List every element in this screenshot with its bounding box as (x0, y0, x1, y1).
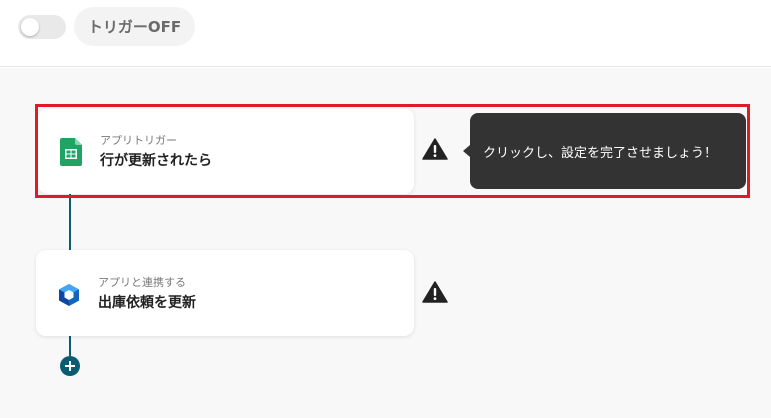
cube-app-icon (59, 284, 79, 306)
step-title: 行が更新されたら (100, 153, 212, 169)
warning-icon (422, 138, 448, 160)
flow-connector (69, 336, 71, 356)
step-kicker: アプリトリガー (100, 134, 177, 147)
flow-step-trigger[interactable]: アプリトリガー 行が更新されたら (38, 108, 414, 194)
plus-icon (65, 361, 75, 371)
top-bar: トリガーOFF (0, 0, 771, 67)
setup-tooltip: クリックし、設定を完了させましょう！ (470, 113, 746, 189)
toggle-knob (21, 18, 39, 36)
flow-step-action[interactable]: アプリと連携する 出庫依頼を更新 (36, 250, 414, 336)
step-kicker: アプリと連携する (98, 276, 186, 289)
trigger-status-label: トリガーOFF (74, 7, 195, 46)
google-sheets-icon (60, 138, 82, 166)
step-title: 出庫依頼を更新 (98, 295, 196, 311)
warning-icon (422, 281, 448, 303)
trigger-toggle[interactable] (18, 15, 66, 39)
tooltip-arrow (463, 145, 470, 157)
add-step-button[interactable] (60, 356, 80, 376)
flow-connector (69, 194, 71, 250)
